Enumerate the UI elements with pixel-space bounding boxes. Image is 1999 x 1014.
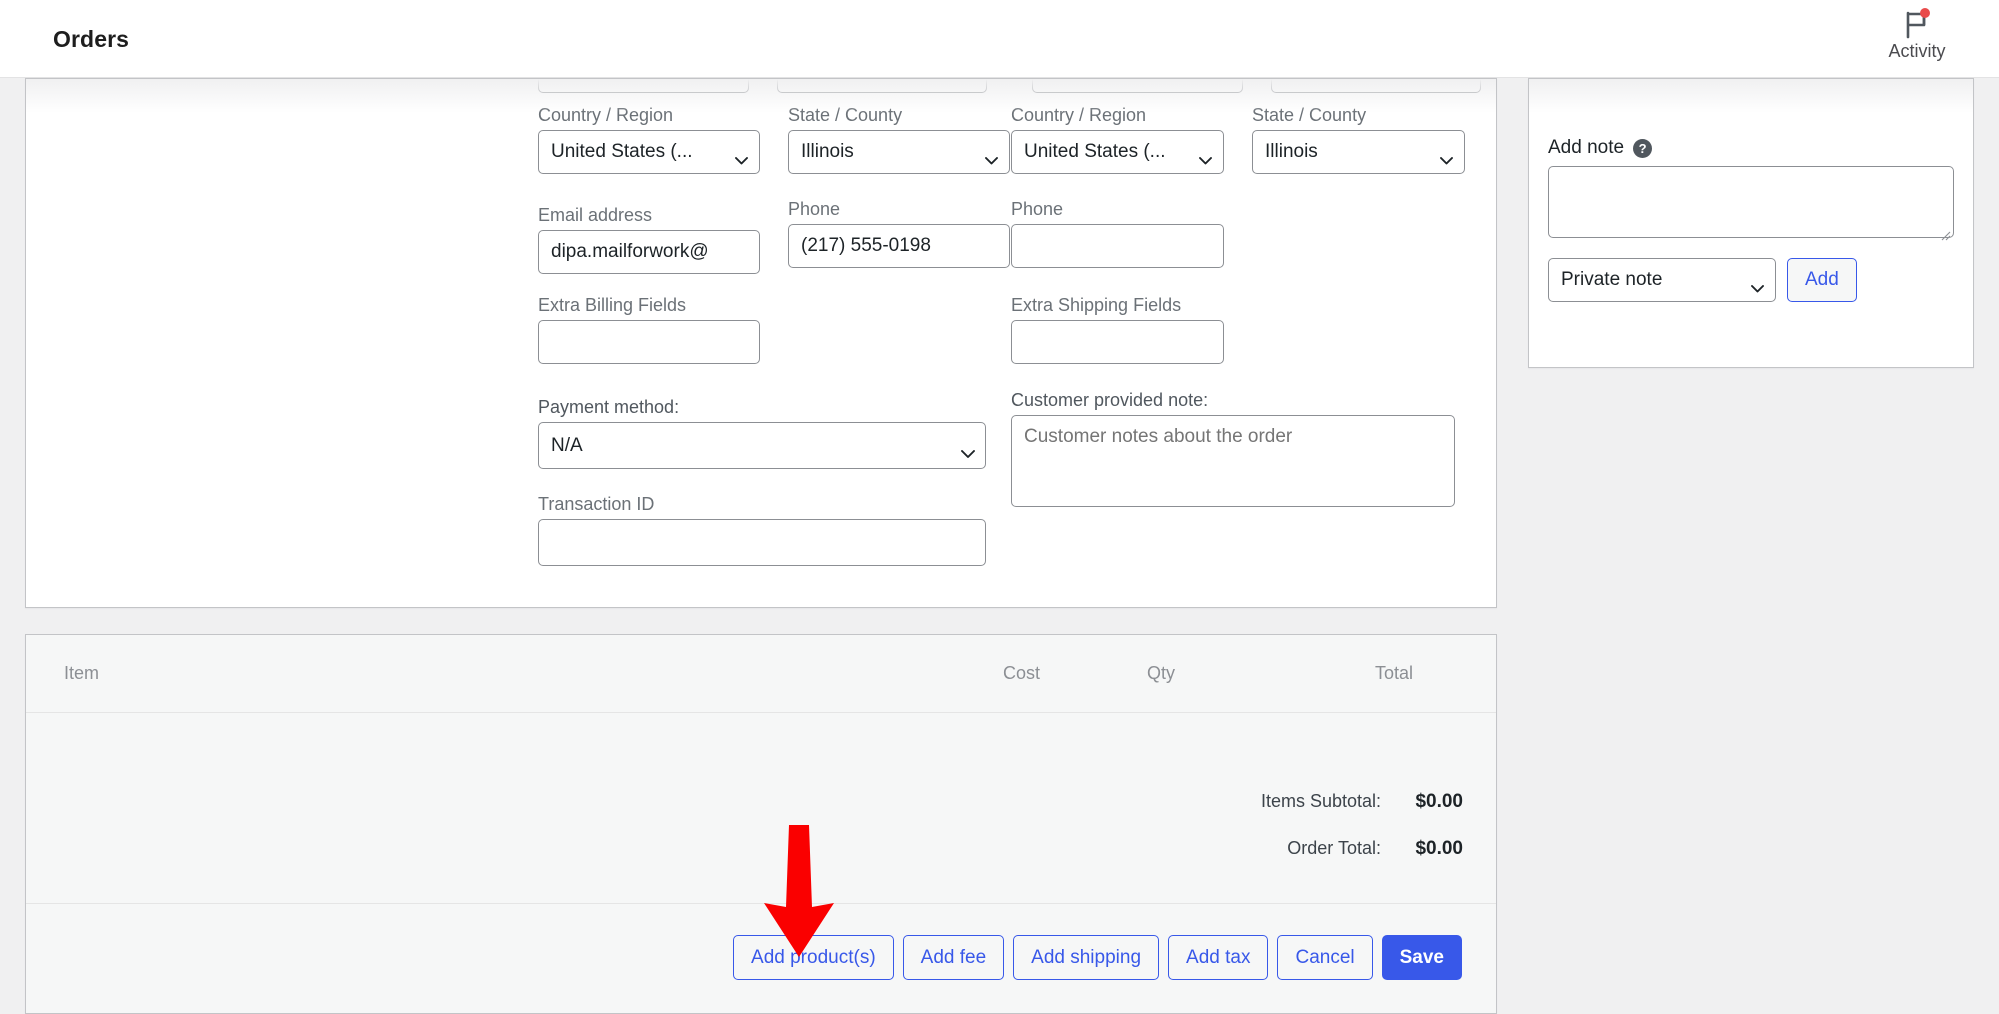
billing-email-input[interactable]: dipa.mailforwork@ (538, 230, 760, 274)
billing-phone-value: (217) 555-0198 (801, 235, 931, 256)
billing-state-select[interactable]: Illinois (788, 130, 1010, 174)
cutoff-field-row (538, 79, 1481, 93)
shipping-phone-input[interactable] (1011, 224, 1224, 268)
items-subtotal-value: $0.00 (1415, 791, 1463, 812)
order-notes-panel: Add note ? Private note Add (1528, 78, 1974, 368)
add-note-label: Add note (1548, 137, 1625, 158)
chevron-down-icon (735, 149, 748, 165)
shipping-phone-label: Phone (1011, 199, 1064, 219)
items-subtotal-label: Items Subtotal: (1260, 791, 1381, 811)
note-type-select[interactable]: Private note (1548, 258, 1776, 302)
items-actions-footer: Add product(s) Add fee Add shipping Add … (26, 903, 1496, 1013)
shipping-country-label: Country / Region (1011, 105, 1147, 125)
notification-dot (1920, 8, 1930, 18)
add-products-button[interactable]: Add product(s) (733, 935, 894, 980)
main-column: Country / Region United States (... Stat… (25, 78, 1497, 1014)
items-table-body: Items Subtotal: $0.00 Order Total: $0.00 (26, 713, 1496, 903)
cancel-button[interactable]: Cancel (1277, 935, 1373, 980)
billing-country-select[interactable]: United States (... (538, 130, 760, 174)
chevron-down-icon (1751, 277, 1764, 293)
customer-note-label: Customer provided note: (1011, 390, 1209, 410)
add-shipping-button[interactable]: Add shipping (1013, 935, 1160, 980)
billing-phone-input[interactable]: (217) 555-0198 (788, 224, 1010, 268)
scroll-fade-side (1529, 79, 1973, 113)
order-total-label: Order Total: (1287, 838, 1381, 858)
transaction-id-input[interactable] (538, 519, 986, 566)
billing-country-label: Country / Region (538, 105, 674, 125)
extra-billing-fields-input[interactable] (538, 320, 760, 364)
column-header-total: Total (1375, 663, 1414, 683)
side-column: Add note ? Private note Add (1528, 78, 1974, 368)
add-note-button[interactable]: Add (1787, 258, 1857, 302)
chevron-down-icon (1440, 149, 1453, 165)
activity-label: Activity (1888, 41, 1946, 61)
billing-phone-label: Phone (788, 199, 841, 219)
extra-billing-fields-label: Extra Billing Fields (538, 295, 687, 315)
question-mark-icon[interactable]: ? (1633, 138, 1653, 158)
extra-shipping-fields-label: Extra Shipping Fields (1011, 295, 1182, 315)
billing-email-value: dipa.mailforwork@ (551, 241, 709, 262)
add-note-actions: Private note Add (1548, 258, 1954, 302)
column-header-cost: Cost (1003, 663, 1041, 683)
cutoff-input-1[interactable] (538, 79, 749, 93)
add-note-textarea[interactable] (1548, 166, 1954, 238)
billing-state-value: Illinois (801, 141, 854, 162)
billing-state-label: State / County (788, 105, 903, 125)
payment-method-select[interactable]: N/A (538, 422, 986, 469)
shipping-state-value: Illinois (1265, 141, 1318, 162)
save-button[interactable]: Save (1381, 935, 1462, 980)
page-title: Orders (53, 26, 130, 52)
shipping-state-label: State / County (1252, 105, 1367, 125)
order-total-value: $0.00 (1415, 838, 1463, 859)
extra-shipping-fields-input[interactable] (1011, 320, 1224, 364)
cutoff-input-3[interactable] (1032, 79, 1243, 93)
page-body: Country / Region United States (... Stat… (0, 78, 1999, 1014)
items-action-buttons: Add product(s) Add fee Add shipping Add … (733, 935, 1462, 980)
chevron-down-icon (1199, 149, 1212, 165)
column-header-qty: Qty (1147, 663, 1176, 683)
column-header-item: Item (64, 663, 100, 683)
add-tax-button[interactable]: Add tax (1168, 935, 1269, 980)
top-bar: Orders Activity (0, 0, 1999, 78)
billing-email-label: Email address (538, 205, 653, 225)
payment-method-value: N/A (551, 434, 583, 456)
shipping-state-select[interactable]: Illinois (1252, 130, 1465, 174)
items-table-header: Item Cost Qty Total (26, 635, 1496, 713)
add-note-header: Add note ? (1548, 137, 1954, 159)
chevron-down-icon (985, 149, 998, 165)
note-type-value: Private note (1561, 269, 1663, 290)
flag-icon (1900, 8, 1934, 40)
left-gutter (0, 78, 24, 990)
add-note-section: Add note ? Private note Add (1548, 137, 1954, 302)
transaction-id-label: Transaction ID (538, 494, 655, 514)
shipping-country-select[interactable]: United States (... (1011, 130, 1224, 174)
order-items-panel: Item Cost Qty Total Items Subtotal: $0.0… (25, 634, 1497, 1014)
order-data-panel: Country / Region United States (... Stat… (25, 78, 1497, 608)
customer-note-textarea[interactable] (1011, 415, 1455, 507)
activity-button[interactable]: Activity (1869, 8, 1965, 70)
payment-method-label: Payment method: (538, 397, 680, 417)
chevron-down-icon (961, 443, 975, 458)
shipping-country-value: United States (... (1024, 141, 1166, 162)
cutoff-input-4[interactable] (1270, 79, 1481, 93)
cutoff-input-2[interactable] (776, 79, 987, 93)
billing-country-value: United States (... (551, 141, 693, 162)
add-fee-button[interactable]: Add fee (902, 935, 1005, 980)
